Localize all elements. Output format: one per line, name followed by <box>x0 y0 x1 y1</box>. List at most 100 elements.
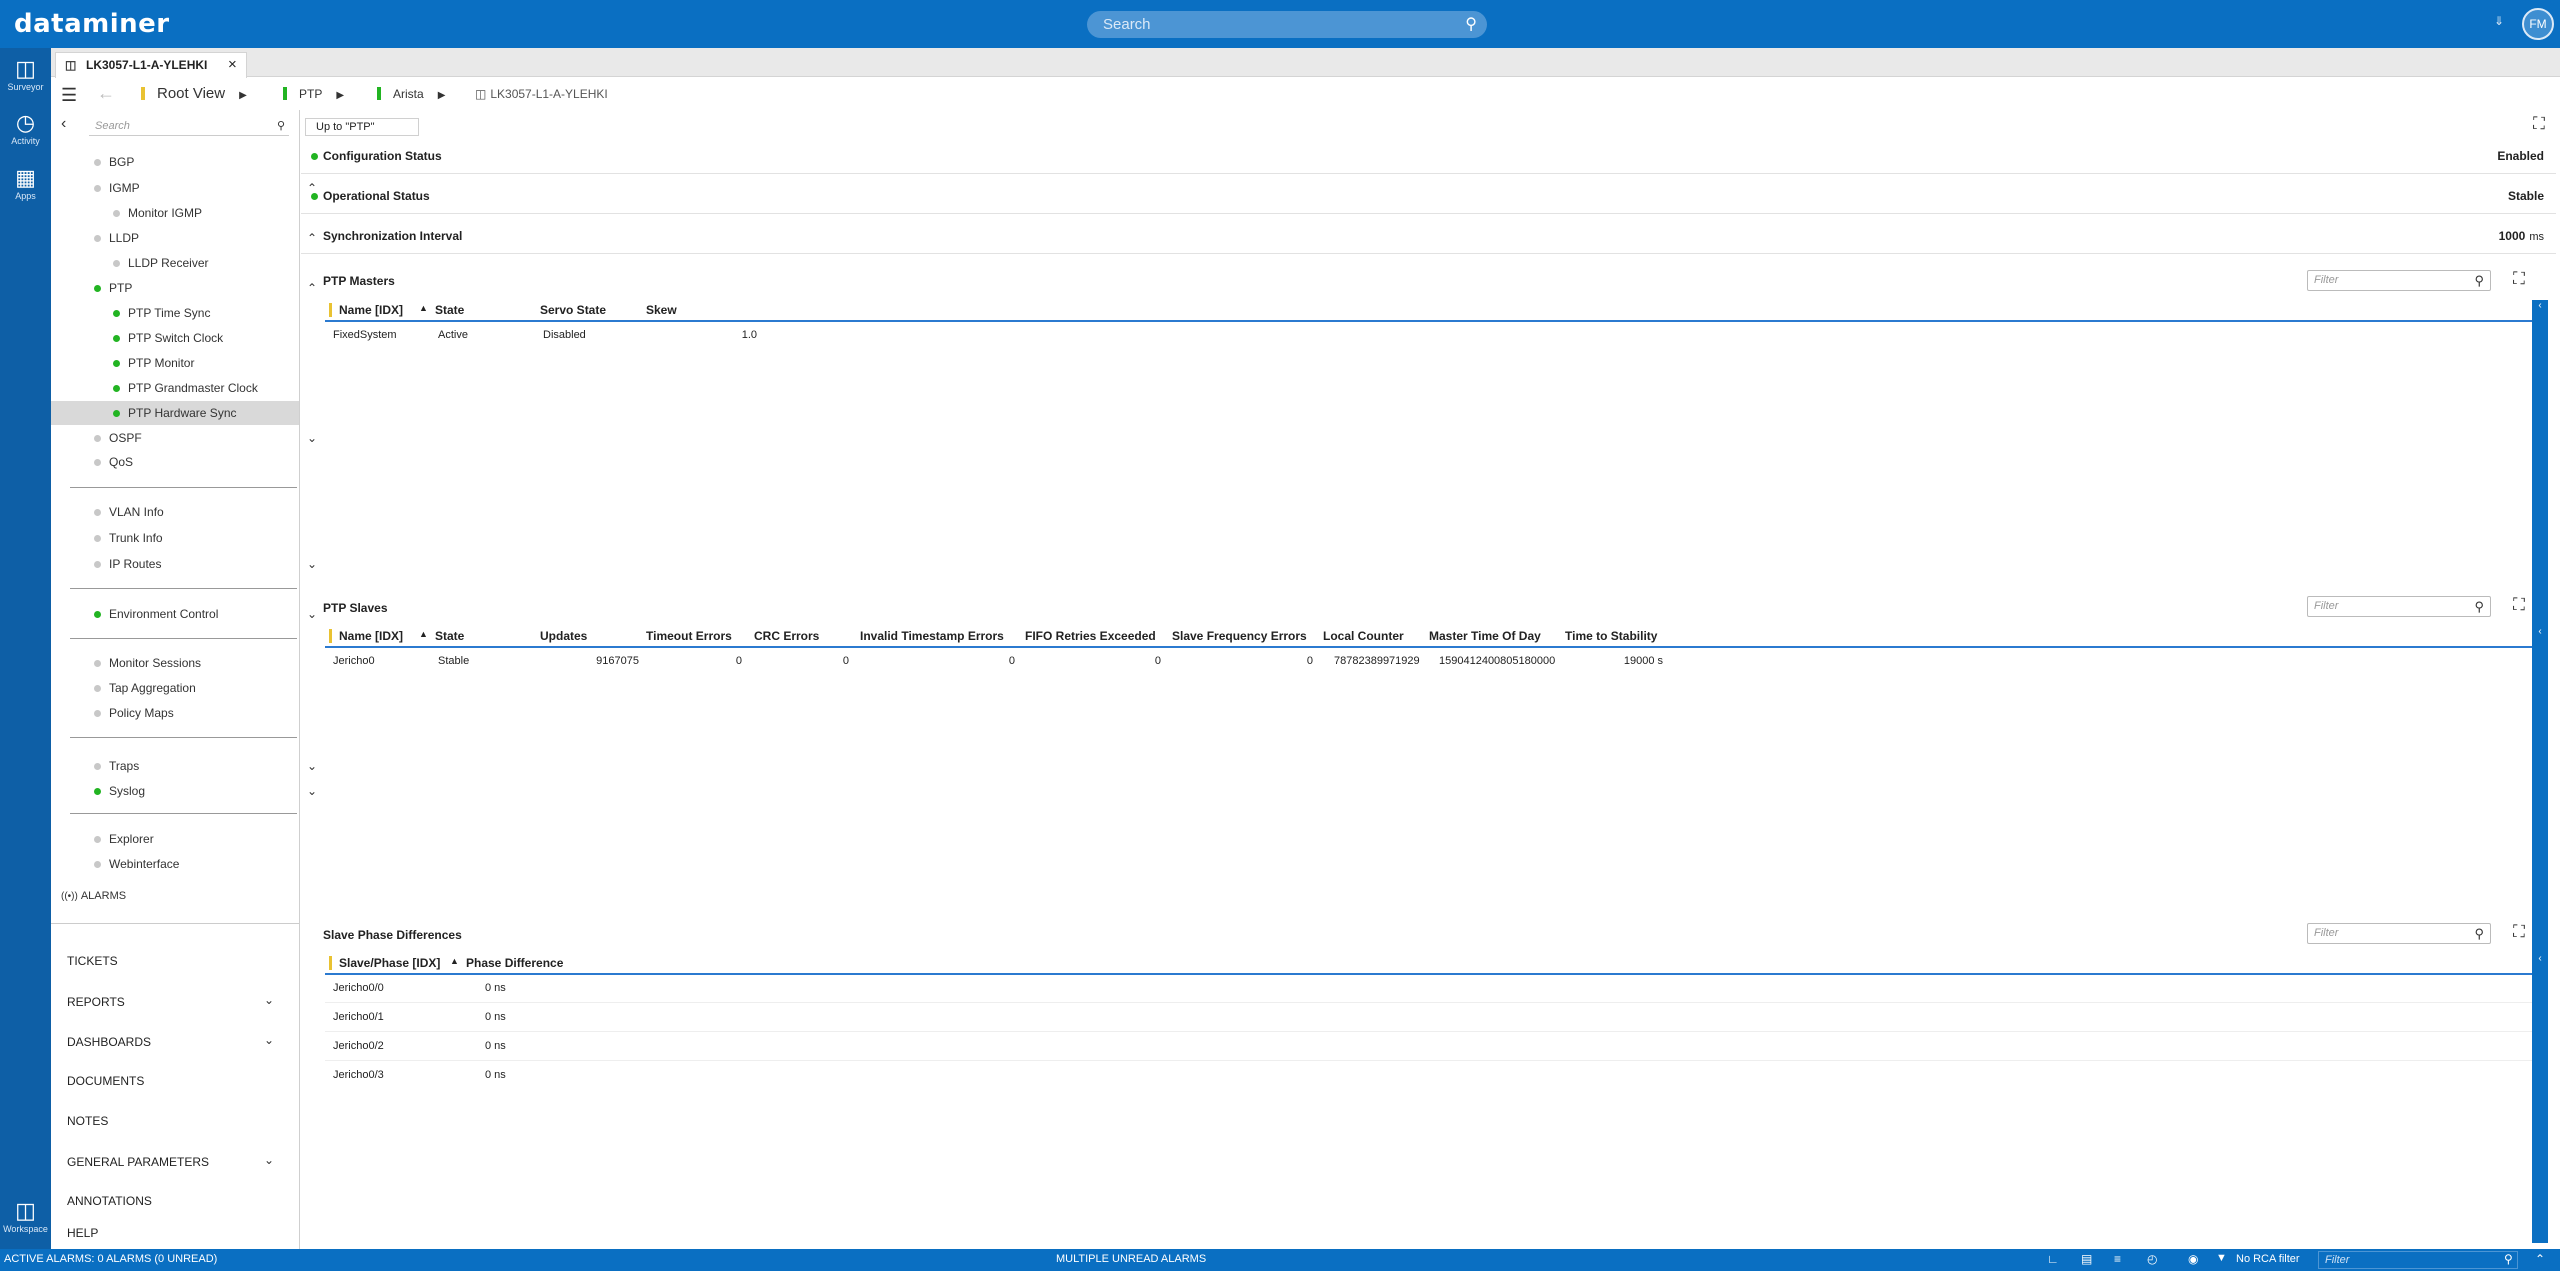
chevron-down-icon[interactable]: ⌄ <box>264 1153 274 1167</box>
tree-item-ip-routes[interactable]: IP Routes ⌄ <box>94 552 334 576</box>
fullscreen-icon[interactable]: ⛶ <box>2533 114 2545 134</box>
chevron-left-icon[interactable]: ‹ <box>61 115 66 133</box>
menu-tickets[interactable]: TICKETS <box>67 954 118 968</box>
slaves-filter-input[interactable]: Filter ⚲ <box>2307 596 2491 617</box>
tree-item-ptp-switch-clock[interactable]: PTP Switch Clock <box>113 326 223 350</box>
table-row[interactable]: Jericho0/3 0 ns <box>325 1062 2532 1090</box>
rail-surveyor[interactable]: ◫ Surveyor <box>0 56 51 92</box>
tree-item-explorer[interactable]: Explorer <box>94 827 154 851</box>
column-header[interactable]: Invalid Timestamp Errors <box>860 629 1004 643</box>
rail-activity[interactable]: ◷ Activity <box>0 110 51 146</box>
search-icon[interactable]: ⚲ <box>2474 271 2484 290</box>
breadcrumb-arista[interactable]: Arista ▶ <box>377 87 445 101</box>
funnel-icon[interactable]: ▼ <box>2216 1252 2227 1264</box>
table-row[interactable]: Jericho0/1 0 ns <box>325 1004 2532 1032</box>
menu-icon[interactable]: ☰ <box>61 85 77 106</box>
tree-item-ospf[interactable]: OSPF ⌄ <box>94 426 334 450</box>
column-header[interactable]: Local Counter <box>1323 629 1404 643</box>
sidebar-search-input[interactable]: Search ⚲ <box>89 116 289 136</box>
column-header[interactable]: State <box>435 303 464 317</box>
tree-item-environment-control[interactable]: Environment Control ⌄ <box>94 602 334 626</box>
menu-notes[interactable]: NOTES <box>67 1114 108 1128</box>
user-avatar[interactable]: FM <box>2522 8 2554 40</box>
column-header[interactable]: Name [IDX] <box>339 303 403 317</box>
column-header[interactable]: Updates <box>540 629 587 643</box>
menu-general-parameters[interactable]: GENERAL PARAMETERS <box>67 1155 209 1169</box>
menu-documents[interactable]: DOCUMENTS <box>67 1074 144 1088</box>
search-icon[interactable]: ⚲ <box>1465 11 1477 38</box>
table-row[interactable]: Jericho0/0 0 ns <box>325 975 2532 1003</box>
list-view-icon[interactable]: ▤ <box>2081 1252 2092 1266</box>
tree-item-ptp-time-sync[interactable]: PTP Time Sync <box>113 301 210 325</box>
rail-workspace[interactable]: ◫ Workspace <box>0 1198 51 1234</box>
column-header[interactable]: Master Time Of Day <box>1429 629 1541 643</box>
unread-alarms-status[interactable]: MULTIPLE UNREAD ALARMS <box>1056 1253 1206 1265</box>
tree-item-monitor-sessions[interactable]: Monitor Sessions <box>94 651 201 675</box>
search-icon[interactable]: ⚲ <box>2474 924 2484 943</box>
column-header[interactable]: Time to Stability <box>1565 629 1657 643</box>
tree-item-syslog[interactable]: Syslog ⌄ <box>94 779 334 803</box>
menu-annotations[interactable]: ANNOTATIONS <box>67 1194 152 1208</box>
global-search-input[interactable]: Search ⚲ <box>1087 11 1487 38</box>
phase-filter-input[interactable]: Filter ⚲ <box>2307 923 2491 944</box>
column-header[interactable]: Skew <box>646 303 677 317</box>
chevron-down-icon[interactable]: ⌄ <box>264 993 274 1007</box>
tree-item-tap-aggregation[interactable]: Tap Aggregation <box>94 676 196 700</box>
sort-ascending-icon[interactable]: ▲ <box>419 303 428 313</box>
tree-item-ptp-monitor[interactable]: PTP Monitor <box>113 351 194 375</box>
menu-dashboards[interactable]: DASHBOARDS <box>67 1035 151 1049</box>
tree-item-ptp-grandmaster-clock[interactable]: PTP Grandmaster Clock <box>113 376 258 400</box>
table-row[interactable]: FixedSystem Active Disabled 1.0 <box>325 322 2532 350</box>
table-row[interactable]: Jericho0 Stable 9167075 0 0 0 0 0 787823… <box>325 648 2532 676</box>
tree-item-ptp[interactable]: PTP ⌃ <box>94 276 334 300</box>
tree-item-webinterface[interactable]: Webinterface <box>94 852 179 876</box>
column-header[interactable]: Phase Difference <box>466 956 563 970</box>
column-header[interactable]: Slave/Phase [IDX] <box>339 956 440 970</box>
tree-item-lldp[interactable]: LLDP ⌃ <box>94 226 334 250</box>
tree-item-monitor-igmp[interactable]: Monitor IGMP <box>113 201 202 225</box>
download-icon[interactable]: ⇓ <box>2494 14 2504 28</box>
table-row[interactable]: Jericho0/2 0 ns <box>325 1033 2532 1061</box>
tree-item-vlan-info[interactable]: VLAN Info <box>94 500 164 524</box>
column-header[interactable]: FIFO Retries Exceeded <box>1025 629 1156 643</box>
rail-apps[interactable]: ▦ Apps <box>0 165 51 201</box>
tree-item-igmp[interactable]: IGMP ⌃ <box>94 176 334 200</box>
column-header[interactable]: Servo State <box>540 303 606 317</box>
chevron-right-icon[interactable]: ▶ <box>438 90 446 101</box>
chevron-up-icon[interactable]: ⌃ <box>2535 1252 2545 1266</box>
menu-reports[interactable]: REPORTS <box>67 995 125 1009</box>
tree-item-trunk-info[interactable]: Trunk Info <box>94 526 163 550</box>
masters-filter-input[interactable]: Filter ⚲ <box>2307 270 2491 291</box>
column-header[interactable]: Timeout Errors <box>646 629 732 643</box>
fullscreen-icon[interactable]: ⛶ <box>2513 595 2525 615</box>
clock-icon[interactable]: ◴ <box>2147 1252 2157 1266</box>
sort-ascending-icon[interactable]: ▲ <box>419 629 428 639</box>
fullscreen-icon[interactable]: ⛶ <box>2513 922 2525 942</box>
tree-item-qos[interactable]: QoS <box>94 450 133 474</box>
tree-item-traps[interactable]: Traps ⌄ <box>94 754 334 778</box>
search-icon[interactable]: ⚲ <box>2474 597 2484 616</box>
chevron-down-icon[interactable]: ⌄ <box>264 1033 274 1047</box>
menu-help[interactable]: HELP <box>67 1226 98 1240</box>
breadcrumb-root[interactable]: Root View ▶ <box>141 85 247 102</box>
tree-item-bgp[interactable]: BGP <box>94 150 134 174</box>
breadcrumb-ptp[interactable]: PTP ▶ <box>283 87 344 101</box>
up-to-button[interactable]: Up to "PTP" <box>305 118 419 136</box>
tree-item-lldp-receiver[interactable]: LLDP Receiver <box>113 251 208 275</box>
column-header[interactable]: Name [IDX] <box>339 629 403 643</box>
search-icon[interactable]: ⚲ <box>2504 1252 2513 1266</box>
tree-item-ptp-hardware-sync[interactable]: PTP Hardware Sync <box>113 401 237 425</box>
sort-icon[interactable]: ≡ <box>2114 1252 2121 1266</box>
camera-icon[interactable]: ◉ <box>2188 1252 2198 1266</box>
fullscreen-icon[interactable]: ⛶ <box>2513 269 2525 289</box>
chevron-right-icon[interactable]: ▶ <box>239 90 247 101</box>
chart-icon[interactable]: ∟ <box>2047 1252 2059 1266</box>
panel-collapse-tab[interactable]: ‹ <box>2532 953 2548 1243</box>
column-header[interactable]: State <box>435 629 464 643</box>
sidebar-alarms[interactable]: ((•)) ALARMS <box>61 884 126 908</box>
tree-item-policy-maps[interactable]: Policy Maps <box>94 701 174 725</box>
sort-ascending-icon[interactable]: ▲ <box>450 956 459 966</box>
chevron-right-icon[interactable]: ▶ <box>336 90 344 101</box>
search-icon[interactable]: ⚲ <box>277 116 285 136</box>
close-icon[interactable]: × <box>228 53 237 77</box>
